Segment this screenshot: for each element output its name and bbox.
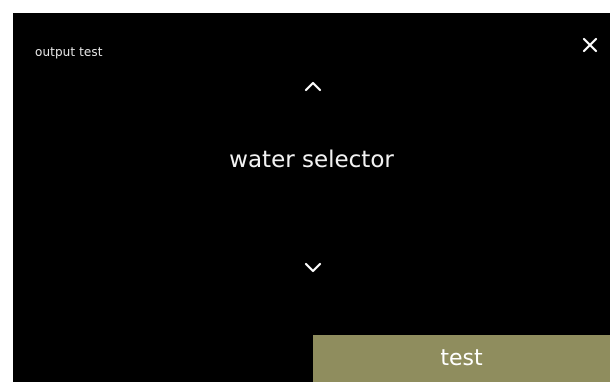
output-test-screen: output test water selector test xyxy=(13,13,610,382)
close-icon xyxy=(578,33,602,57)
device-frame: output test water selector test xyxy=(0,0,610,382)
selected-output-label: water selector xyxy=(229,147,394,173)
chevron-up-icon xyxy=(298,77,328,97)
test-button[interactable]: test xyxy=(313,335,610,382)
next-item-button[interactable] xyxy=(298,257,328,277)
chevron-down-icon xyxy=(298,257,328,277)
previous-item-button[interactable] xyxy=(298,77,328,97)
screen-title: output test xyxy=(35,45,103,59)
close-button[interactable] xyxy=(578,33,602,57)
